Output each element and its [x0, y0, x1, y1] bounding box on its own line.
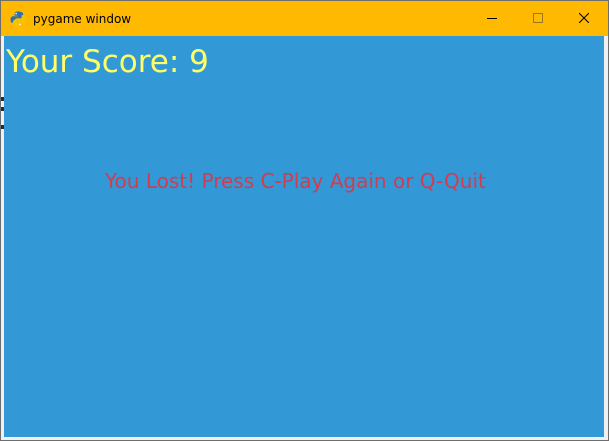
minimize-icon: [487, 18, 497, 19]
minimize-button[interactable]: [469, 1, 515, 36]
score-label: Your Score: 9: [6, 44, 209, 80]
close-button[interactable]: [561, 1, 607, 36]
game-over-message: You Lost! Press C-Play Again or Q-Quit: [105, 169, 486, 193]
pygame-snake-icon: [10, 11, 26, 27]
pygame-window: pygame window Your Score: 9 You Lost! Pr…: [0, 0, 609, 441]
window-title: pygame window: [33, 12, 132, 26]
close-icon: [579, 13, 589, 23]
window-edge-artifact: [1, 125, 4, 129]
window-edge-artifact: [1, 107, 4, 111]
window-edge-artifact: [1, 97, 4, 101]
window-titlebar[interactable]: pygame window: [1, 1, 608, 36]
game-canvas[interactable]: Your Score: 9 You Lost! Press C-Play Aga…: [4, 36, 604, 437]
maximize-icon: [533, 13, 543, 23]
maximize-button[interactable]: [515, 1, 561, 36]
